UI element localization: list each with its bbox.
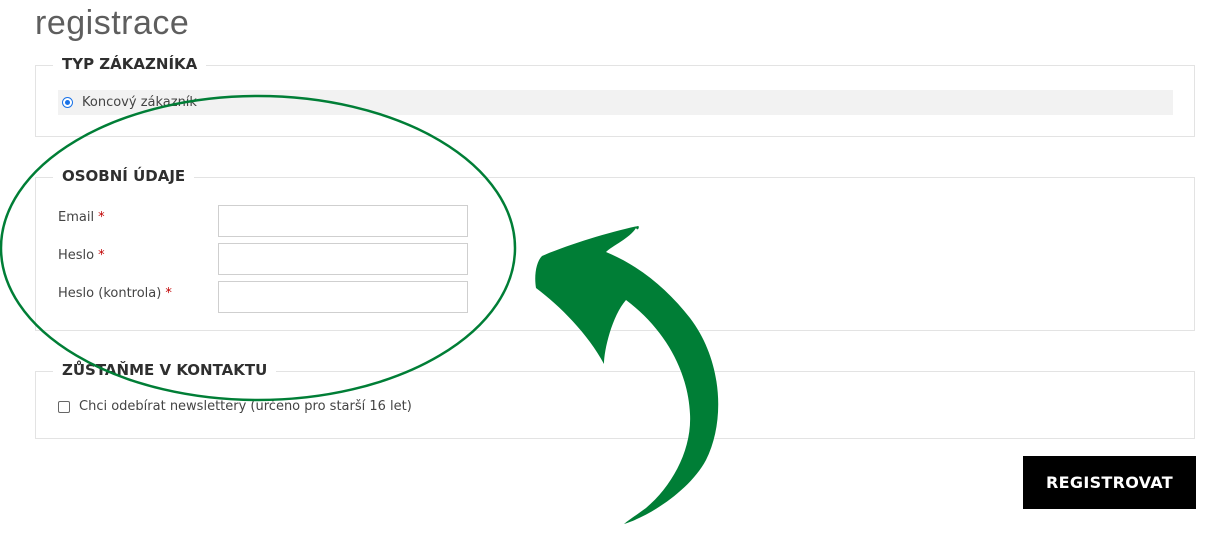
password-field[interactable] — [218, 243, 468, 275]
radio-button-selected[interactable] — [62, 97, 73, 108]
contact-fieldset: ZŮSTAŇME V KONTAKTU Chci odebírat newsle… — [35, 361, 1195, 439]
password-label: Heslo * — [58, 248, 105, 263]
email-field[interactable] — [218, 205, 468, 237]
password-confirm-field[interactable] — [218, 281, 468, 313]
newsletter-label: Chci odebírat newslettery (určeno pro st… — [79, 399, 412, 414]
customer-type-option-label: Koncový zákazník — [82, 95, 197, 110]
customer-type-legend: TYP ZÁKAZNÍKA — [53, 55, 207, 73]
password-confirm-label: Heslo (kontrola) * — [58, 286, 172, 301]
customer-type-option[interactable]: Koncový zákazník — [58, 90, 1173, 115]
customer-type-fieldset: TYP ZÁKAZNÍKA Koncový zákazník — [35, 55, 1195, 137]
email-label: Email * — [58, 210, 105, 225]
contact-legend: ZŮSTAŇME V KONTAKTU — [53, 361, 277, 379]
required-mark: * — [165, 286, 172, 301]
register-button[interactable]: REGISTROVAT — [1023, 456, 1196, 509]
newsletter-checkbox[interactable] — [58, 400, 70, 413]
newsletter-option[interactable]: Chci odebírat newslettery (určeno pro st… — [58, 399, 412, 414]
page-title: registrace — [35, 4, 190, 42]
personal-details-legend: OSOBNÍ ÚDAJE — [53, 167, 195, 185]
personal-details-fieldset: OSOBNÍ ÚDAJE Email * Heslo * Heslo (kontro… — [35, 167, 1195, 331]
required-mark: * — [98, 248, 105, 263]
required-mark: * — [98, 210, 105, 225]
